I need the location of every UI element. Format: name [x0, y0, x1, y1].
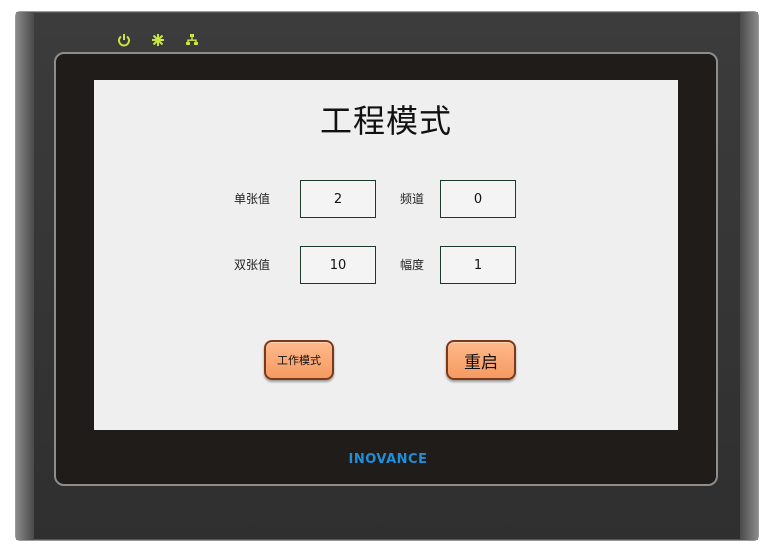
brand-logo: INOVANCE	[348, 452, 428, 467]
double-sheet-value-field[interactable]: 10	[300, 246, 376, 284]
work-mode-button[interactable]: 工作模式	[264, 340, 334, 380]
status-indicators	[116, 30, 200, 50]
double-sheet-label: 双张值	[234, 258, 271, 272]
restart-button[interactable]: 重启	[446, 340, 516, 380]
single-sheet-value-field[interactable]: 2	[300, 180, 376, 218]
amplitude-value-field[interactable]: 1	[440, 246, 516, 284]
channel-value-field[interactable]: 0	[440, 180, 516, 218]
hmi-screen: 工程模式 单张值 2 频道 0 双张值 10 幅度 1 工作模式 重启	[94, 80, 678, 430]
single-sheet-label: 单张值	[234, 192, 271, 206]
page-title: 工程模式	[319, 102, 452, 140]
amplitude-label: 幅度	[400, 258, 425, 272]
network-icon	[184, 32, 200, 48]
run-icon	[150, 32, 166, 48]
power-icon	[116, 32, 132, 48]
channel-label: 频道	[400, 192, 425, 206]
